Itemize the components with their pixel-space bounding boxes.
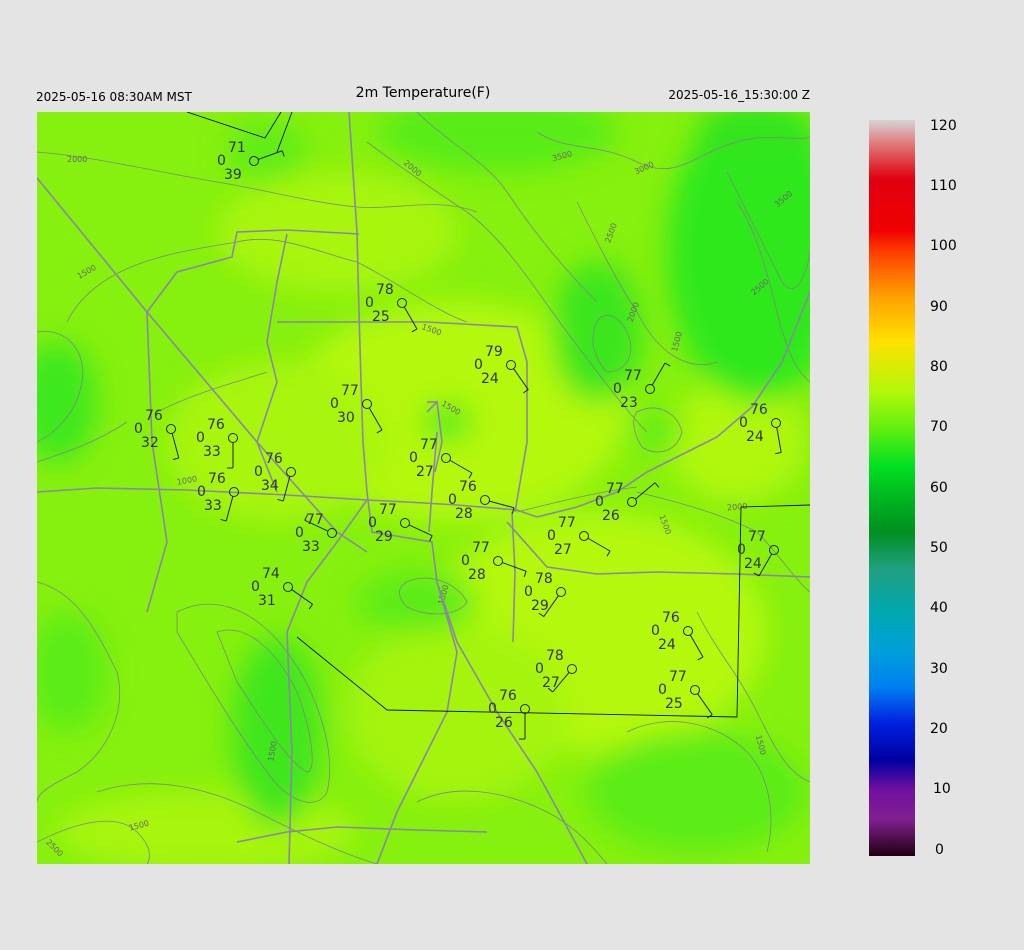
station-dewpoint: 24 [746,429,764,445]
contour-label: 2000 [67,155,87,164]
station-dewpoint: 32 [141,435,159,451]
station-temperature: 77 [472,540,490,556]
station-dewpoint: 29 [375,529,393,545]
colorbar-label: 70 [930,419,948,435]
station-dewpoint: 27 [542,675,560,691]
colorbar-label: 110 [930,178,957,194]
station-temperature: 77 [420,437,438,453]
color-scale-gradient [869,120,915,856]
colorbar-label: 40 [930,600,948,616]
colorbar-label: 80 [930,359,948,375]
station-temperature: 76 [499,688,517,704]
station-dewpoint: 23 [620,395,638,411]
colorbar-label: 10 [933,781,951,797]
station-dewpoint: 26 [495,715,513,731]
station-temperature: 78 [376,282,394,298]
station-dewpoint: 34 [261,478,279,494]
station-dewpoint: 33 [203,444,221,460]
station-temperature: 79 [485,344,503,360]
colorbar-label: 120 [930,118,957,134]
station-temperature: 77 [624,368,642,384]
station-temperature: 77 [306,512,324,528]
station-dewpoint: 25 [372,309,390,325]
station-temperature: 77 [606,481,624,497]
station-dewpoint: 28 [455,506,473,522]
station-temperature: 77 [379,502,397,518]
temperature-map: 2000 1500 1000 3500 3000 2500 2000 1500 … [37,112,810,864]
station-dewpoint: 28 [468,567,486,583]
colorbar-label: 100 [930,238,957,254]
station-dewpoint: 25 [665,696,683,712]
station-temperature: 77 [669,669,687,685]
colorbar-label: 90 [930,299,948,315]
station-dewpoint: 33 [204,498,222,514]
colorbar-label: 50 [930,540,948,556]
station-temperature: 76 [459,479,477,495]
station-temperature: 74 [262,566,280,582]
station-temperature: 78 [546,648,564,664]
station-temperature: 76 [208,471,226,487]
station-dewpoint: 29 [531,598,549,614]
station-temperature: 77 [341,383,359,399]
station-dewpoint: 39 [224,167,242,183]
station-dewpoint: 24 [744,556,762,572]
station-temperature: 77 [558,515,576,531]
station-temperature: 78 [535,571,553,587]
colorbar-label: 0 [935,842,944,858]
station-temperature: 77 [748,529,766,545]
station-dewpoint: 24 [481,371,499,387]
station-dewpoint: 31 [258,593,276,609]
colorbar-label: 20 [930,721,948,737]
station-temperature: 76 [265,451,283,467]
color-scale-bar [869,120,915,856]
station-dewpoint: 27 [554,542,572,558]
utc-time-label: 2025-05-16_15:30:00 Z [668,88,810,102]
station-dewpoint: 27 [416,464,434,480]
station-dewpoint: 30 [337,410,355,426]
station-temperature: 76 [207,417,225,433]
station-temperature: 76 [750,402,768,418]
station-dewpoint: 26 [602,508,620,524]
colorbar-label: 30 [930,661,948,677]
station-temperature: 76 [145,408,163,424]
station-temperature: 76 [662,610,680,626]
station-dewpoint: 33 [302,539,320,555]
station-dewpoint: 24 [658,637,676,653]
colorbar-label: 60 [930,480,948,496]
station-temperature: 71 [228,140,246,156]
